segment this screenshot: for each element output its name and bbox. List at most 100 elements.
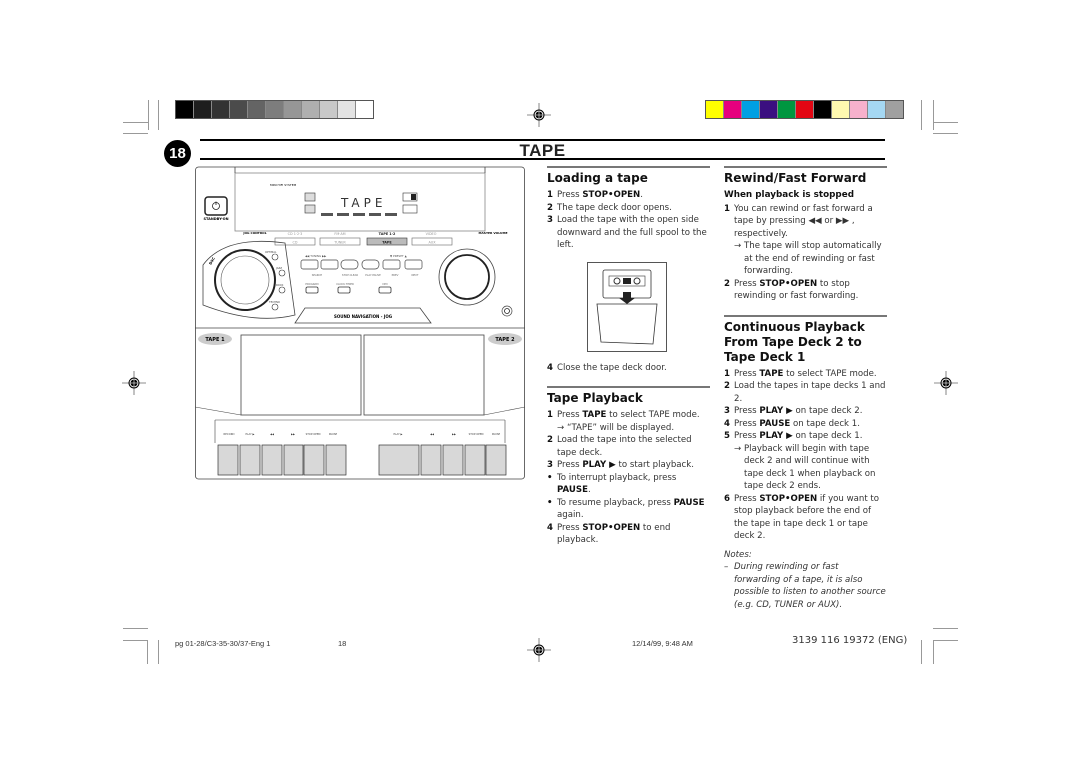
color-swatch [760, 101, 778, 118]
sound-nav-label: SOUND NAVIGATION - JOG [334, 314, 392, 319]
crop-mark [933, 628, 958, 629]
registration-mark-icon [934, 371, 958, 395]
standby-button [204, 196, 228, 216]
section-rule [547, 166, 710, 168]
step-item: 1 Press TAPE to select TAPE mode. [724, 368, 877, 379]
svg-text:DIM: DIM [382, 282, 387, 286]
step-item: 6 Press STOP•OPEN if you want to stop pla… [724, 493, 880, 542]
svg-text:STOP·CLEAR: STOP·CLEAR [342, 273, 358, 277]
crop-mark [123, 133, 148, 134]
svg-text:▶▶: ▶▶ [291, 433, 295, 436]
loading-tape-section: Loading a tape 1 Press STOP•OPEN. 2 The ta… [547, 166, 710, 547]
step-item: 2 Load the tapes in tape decks 1 and 2. [724, 381, 886, 404]
svg-text:◀◀: ◀◀ [430, 433, 434, 436]
source-label: VIDEO [426, 232, 437, 236]
footer-date: 12/14/99, 9:48 AM [632, 639, 693, 648]
section-title: Rewind/Fast Forward [724, 171, 867, 185]
section-rule [547, 386, 710, 388]
page-number-badge: 18 [164, 140, 191, 167]
crop-mark [148, 100, 149, 130]
svg-text:OPTIMAL: OPTIMAL [265, 250, 277, 254]
svg-text:RECORD: RECORD [223, 432, 234, 436]
step-item: 2 Load the tape into the selected tape de… [547, 435, 692, 458]
color-swatch [742, 101, 760, 118]
step-item: 2 Press STOP•OPEN to stop rewinding or fa… [724, 278, 859, 302]
color-swatch [724, 101, 742, 118]
color-swatch [212, 101, 230, 118]
section-rule [724, 166, 887, 168]
svg-text:▼ PRESET ▲: ▼ PRESET ▲ [390, 254, 408, 258]
step-item: 4 Press STOP•OPEN to end playback. [547, 522, 671, 546]
step-item: 4 Close the tape deck door. [547, 362, 667, 373]
footer-filename: pg 01-28/C3-35-30/37-Eng 1 [175, 639, 271, 648]
step-item: 1 Press TAPE to select TAPE mode. [547, 410, 700, 420]
svg-text:JAZZ: JAZZ [275, 266, 282, 270]
step-item: 4 Press PAUSE on tape deck 1. [724, 418, 860, 429]
bullet-item: • To resume playback, press PAUSE again. [547, 497, 705, 521]
registration-mark-icon [122, 371, 146, 395]
svg-text:TAPE: TAPE [382, 241, 392, 245]
tape2-label: TAPE 2 [495, 337, 515, 343]
svg-text:NEXT: NEXT [412, 273, 419, 277]
svg-text:▶▶: ▶▶ [452, 433, 456, 436]
color-swatch [176, 101, 194, 118]
color-swatch [230, 101, 248, 118]
result-item: → The tape will stop automatically at the… [734, 241, 882, 276]
svg-text:PLAY·PAUSE: PLAY·PAUSE [365, 273, 381, 277]
step-item: 1 You can rewind or fast forward a tape b… [724, 203, 873, 239]
crop-mark [147, 640, 148, 664]
crop-mark [158, 100, 159, 130]
bullet-item: • To interrupt playback, press PAUSE. [547, 472, 677, 496]
registration-mark-icon [527, 103, 551, 127]
section-title: Loading a tape [547, 171, 648, 185]
svg-text:SEARCH: SEARCH [312, 273, 323, 277]
svg-text:CD: CD [293, 241, 298, 245]
crop-mark [123, 122, 148, 123]
crop-mark [921, 100, 922, 130]
volume-knob [444, 254, 490, 300]
color-swatch [832, 101, 850, 118]
footer-code: 3139 116 19372 (ENG) [792, 635, 908, 646]
section-title: Continuous Playback From Tape Deck 2 to … [724, 319, 865, 364]
crop-mark [933, 133, 958, 134]
color-swatch [338, 101, 356, 118]
source-label: FM·AM [334, 232, 345, 236]
footer-page: 18 [338, 639, 347, 648]
jog-control-label: JOG CONTROL [242, 231, 266, 235]
svg-text:PAUSE: PAUSE [329, 432, 338, 436]
svg-text:TECHNO: TECHNO [269, 300, 280, 304]
svg-text:STOP·OPEN: STOP·OPEN [469, 432, 484, 436]
svg-text:TUNER: TUNER [333, 241, 346, 245]
display-text: TAPE [340, 196, 386, 210]
crop-mark [158, 640, 159, 664]
color-swatch [356, 101, 373, 118]
svg-text:◀◀ TUNING ▶▶: ◀◀ TUNING ▶▶ [305, 254, 327, 258]
color-swatch [796, 101, 814, 118]
step-item: 1 Press STOP•OPEN. [547, 190, 643, 200]
step-item: 3 Load the tape with the open side downwa… [547, 215, 707, 250]
crop-mark [123, 640, 148, 641]
crop-mark [921, 640, 922, 664]
notes-label: Notes: [724, 549, 752, 560]
rewind-section: Rewind/Fast Forward When playback is sto… [724, 166, 887, 611]
svg-text:STOP·OPEN: STOP·OPEN [306, 432, 321, 436]
section-title: Tape Playback [547, 391, 643, 405]
color-swatch [248, 101, 266, 118]
system-label: MINI HIFI SYSTEM [270, 183, 297, 187]
color-swatch [778, 101, 796, 118]
crop-mark [933, 122, 958, 123]
source-label: CD 1·2·3 [288, 232, 303, 236]
section-rule [724, 314, 887, 317]
svg-text:PAUSE: PAUSE [492, 432, 501, 436]
hifi-system-illustration: STANDBY-ON MINI HIFI SYSTEM TAPE JOG CON… [195, 166, 525, 480]
crop-mark [933, 100, 934, 130]
grayscale-colorbar [175, 100, 374, 119]
source-label: TAPE 1·2 [379, 232, 396, 236]
result-item: → “TAPE” will be displayed. [557, 422, 675, 433]
color-swatch [706, 101, 724, 118]
color-swatch [320, 101, 338, 118]
color-swatch [266, 101, 284, 118]
svg-text:◀◀: ◀◀ [270, 433, 274, 436]
jog-dial [214, 249, 276, 311]
process-colorbar [705, 100, 904, 119]
